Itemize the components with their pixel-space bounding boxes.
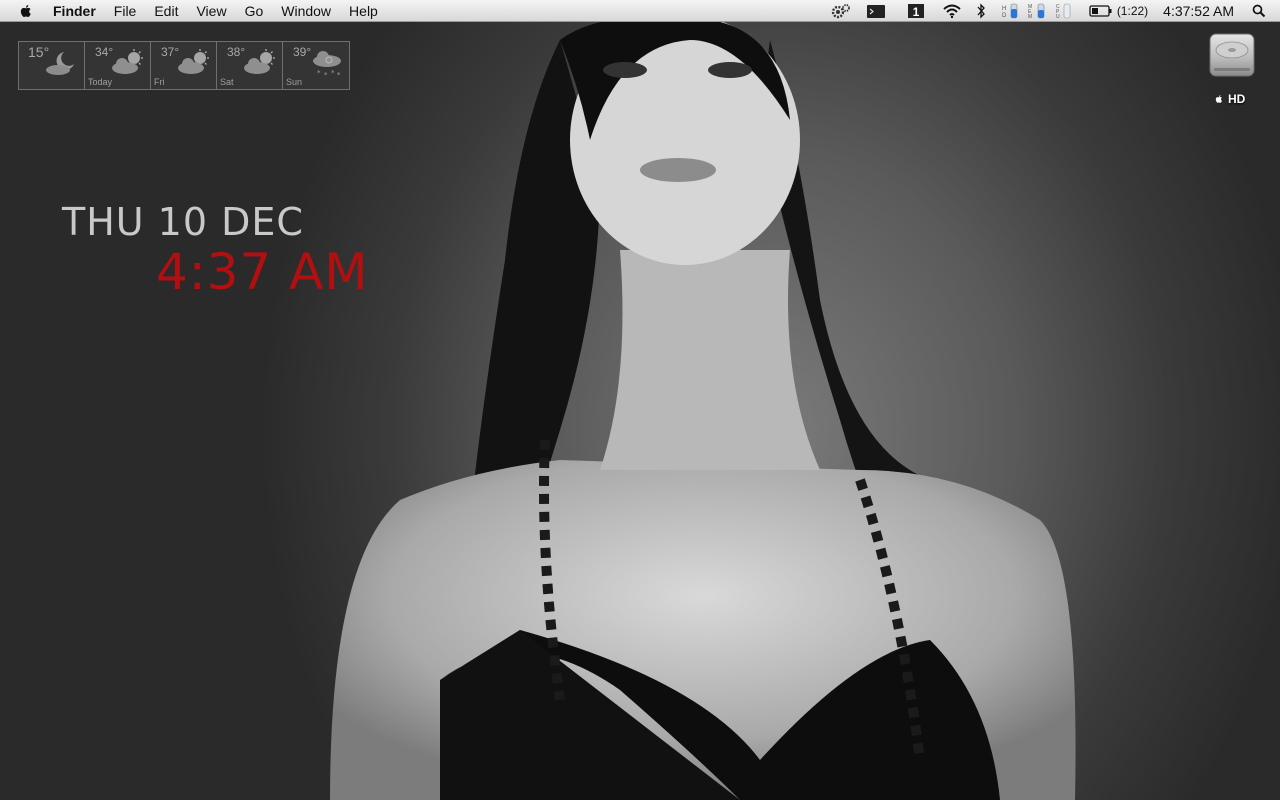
weather-day-sun: 39° * * * * Sun bbox=[283, 42, 349, 89]
sun-cloud-icon bbox=[244, 49, 275, 74]
menu-bar-status-area: 1 H D M E M C P U (1:22) 4:37:52 AM bbox=[823, 0, 1280, 22]
menu-bar-clock[interactable]: 4:37:52 AM bbox=[1155, 0, 1246, 22]
moon-cloud-icon bbox=[46, 52, 74, 75]
desktop: Finder File Edit View Go Window Help 1 H… bbox=[0, 0, 1280, 800]
svg-text:*: * bbox=[331, 69, 335, 77]
svg-text:1: 1 bbox=[912, 5, 919, 19]
spotlight-icon[interactable] bbox=[1246, 0, 1280, 22]
hard-drive-name: HD bbox=[1228, 92, 1246, 106]
terminal-icon[interactable] bbox=[859, 0, 893, 22]
menu-window[interactable]: Window bbox=[272, 0, 340, 22]
weather-day-label: Sat bbox=[220, 77, 234, 87]
menu-file[interactable]: File bbox=[105, 0, 146, 22]
hard-drive-desktop-icon[interactable]: HD bbox=[1200, 30, 1264, 110]
menu-help[interactable]: Help bbox=[340, 0, 387, 22]
svg-text:M: M bbox=[1028, 14, 1032, 20]
sun-cloud-icon bbox=[112, 49, 143, 74]
svg-text:D: D bbox=[1002, 13, 1007, 19]
apple-logo-icon bbox=[1215, 95, 1222, 103]
gears-icon[interactable] bbox=[823, 0, 859, 22]
apple-menu-icon[interactable] bbox=[18, 3, 34, 19]
snow-cloud-icon: * * * * bbox=[313, 51, 341, 78]
bluetooth-icon[interactable] bbox=[969, 0, 993, 22]
wifi-icon[interactable] bbox=[935, 0, 969, 22]
weather-day-today: 34° Today bbox=[85, 42, 151, 89]
hd-meter-icon[interactable]: H D bbox=[993, 0, 1024, 22]
weather-day-label: Sun bbox=[286, 77, 303, 87]
svg-text:*: * bbox=[324, 71, 328, 78]
svg-text:U: U bbox=[1056, 14, 1060, 20]
svg-text:H: H bbox=[1002, 6, 1006, 12]
menu-go[interactable]: Go bbox=[236, 0, 273, 22]
weather-day-fri: 37° Fri bbox=[151, 42, 217, 89]
mem-meter-icon[interactable]: M E M bbox=[1024, 0, 1052, 22]
battery-time[interactable]: (1:22) bbox=[1115, 0, 1155, 22]
cpu-meter-icon[interactable]: C P U bbox=[1052, 0, 1081, 22]
hard-drive-label: HD bbox=[1214, 92, 1245, 106]
wallpaper bbox=[330, 15, 1076, 800]
weather-day-label: Today bbox=[88, 77, 113, 87]
weather-widget[interactable]: 15° 34° Today 37° Fri 38° Sat 39° * * * … bbox=[18, 41, 350, 90]
desktop-date: THU 10 DEC bbox=[62, 200, 304, 244]
one-icon[interactable]: 1 bbox=[893, 0, 935, 22]
menu-view[interactable]: View bbox=[187, 0, 235, 22]
hard-drive-icon bbox=[1209, 33, 1255, 77]
weather-day-label: Fri bbox=[154, 77, 165, 87]
sun-cloud-icon bbox=[178, 49, 209, 74]
battery-icon[interactable] bbox=[1081, 0, 1115, 22]
svg-text:*: * bbox=[317, 69, 321, 77]
svg-text:*: * bbox=[337, 71, 341, 78]
menu-edit[interactable]: Edit bbox=[145, 0, 187, 22]
desktop-time: 4:37 AM bbox=[156, 243, 369, 301]
weather-day-current: 15° bbox=[19, 42, 85, 89]
menu-app-finder[interactable]: Finder bbox=[43, 0, 105, 22]
weather-day-sat: 38° Sat bbox=[217, 42, 283, 89]
menu-bar-left: Finder File Edit View Go Window Help bbox=[0, 0, 387, 22]
menu-bar: Finder File Edit View Go Window Help 1 H… bbox=[0, 0, 1280, 22]
